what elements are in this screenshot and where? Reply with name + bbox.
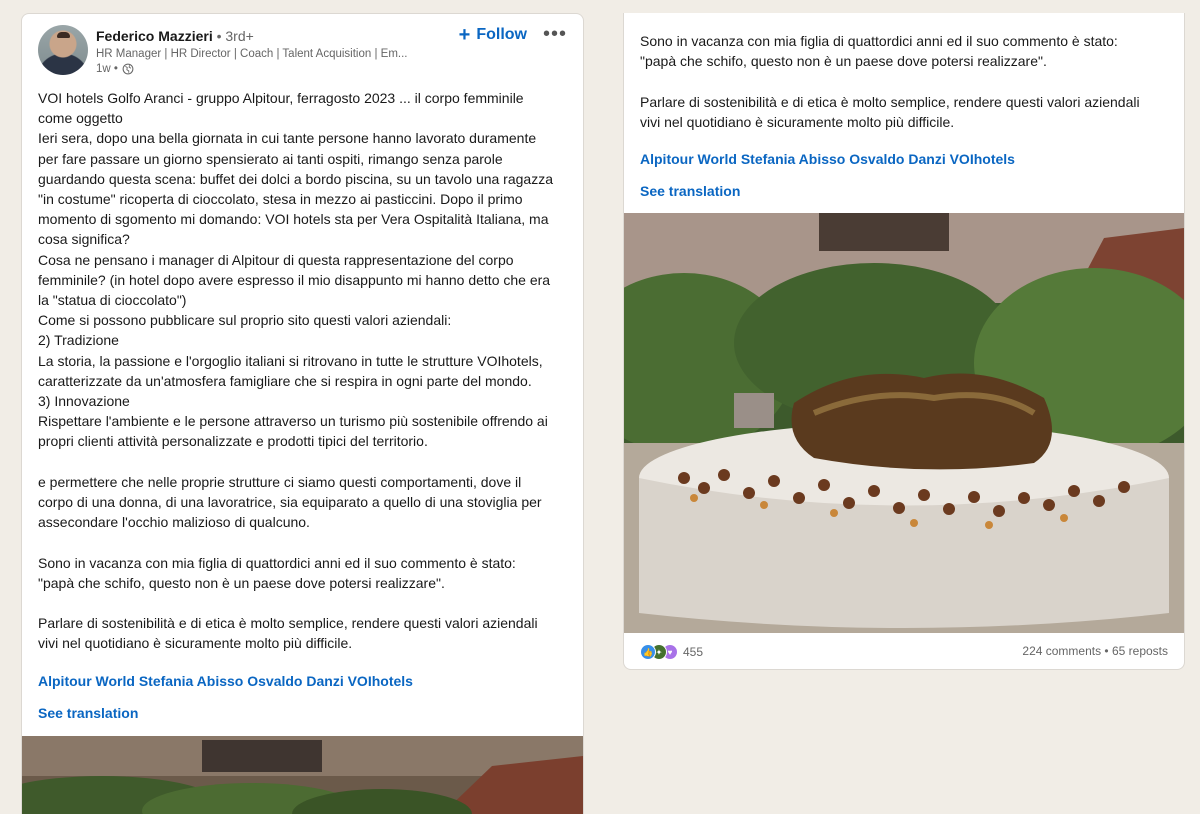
post-text-continued: Sono in vacanza con mia figlia di quatto… [640,31,1170,132]
post-text-line: Parlare di sostenibilità e di etica è mo… [38,615,538,632]
author-avatar[interactable] [38,25,88,75]
post-text-line: propri clienti attività personalizzate e… [38,433,428,450]
follow-button[interactable]: + Follow [458,24,527,46]
reactions-summary[interactable]: 👍 ✦ ♥ 455 [640,644,703,660]
post-text-line: VOI hotels Golfo Aranci - gruppo Alpitou… [38,90,524,106]
post-text-line: vivi nel quotidiano è sicuramente molto … [640,113,955,130]
post-text-line: per fare passare un giorno spensierato a… [38,150,503,167]
post-text-line [640,71,1170,91]
post-mentions[interactable]: Alpitour World Stefania Abisso Osvaldo D… [38,673,413,689]
post-timestamp: 1w • [96,63,134,75]
post-text-line: La storia, la passione e l'orgoglio ital… [38,352,543,369]
post-text-line: momento di sgomento mi domando: VOI hote… [38,211,549,228]
post-text-line [38,532,568,552]
author-name-line: Federico Mazzieri • 3rd+ [96,28,254,44]
see-translation-link[interactable]: See translation [640,183,740,199]
post-mentions[interactable]: Alpitour World Stefania Abisso Osvaldo D… [640,151,1015,167]
post-text-line [38,593,568,613]
post-text-line: guardando questa scena: buffet dei dolci… [38,170,553,187]
post-text-line: Sono in vacanza con mia figlia di quatto… [640,33,1118,49]
see-translation-link[interactable]: See translation [38,705,138,721]
post-text-line: 2) Tradizione [38,332,119,349]
author-name[interactable]: Federico Mazzieri [96,28,213,44]
post-time: 1w • [96,63,118,75]
social-counts-bar: 👍 ✦ ♥ 455 224 comments • 65 reposts [624,637,1184,667]
follow-label: Follow [476,26,527,43]
post-text-line: corpo di una donna, di una lavoratrice, … [38,494,542,511]
more-options-icon[interactable]: ••• [543,23,567,46]
post-text-line: Ieri sera, dopo una bella giornata in cu… [38,130,537,147]
post-text-line: "in costume" ricoperta di cioccolato, st… [38,191,523,208]
like-icon: 👍 [640,644,656,660]
post-text-line: assecondare l'occhio malizioso di qualcu… [38,514,310,531]
post-photo[interactable] [624,213,1184,633]
post-text-line: Rispettare l'ambiente e le persone attra… [38,413,548,430]
reaction-count: 455 [683,645,704,659]
comments-reposts-count[interactable]: 224 comments • 65 reposts [1022,644,1168,658]
post-text-line: vivi nel quotidiano è sicuramente molto … [38,635,353,652]
post-header: Federico Mazzieri • 3rd+ HR Manager | HR… [22,14,583,84]
post-text-line: Cosa ne pensano i manager di Alpitour di… [38,251,514,268]
post-text-line: Come si possono pubblicare sul proprio s… [38,312,452,329]
post-text: VOI hotels Golfo Aranci - gruppo Alpitou… [38,88,568,654]
post-text-line: e permettere che nelle proprie strutture… [38,473,522,490]
connection-degree: • 3rd+ [216,28,254,44]
post-text-line: femminile? (in hotel dopo avere espresso… [38,271,551,288]
post-text-line: 3) Innovazione [38,393,130,410]
post-text-line: caratterizzate da un'atmosfera famigliar… [38,372,532,389]
right-post-card: Sono in vacanza con mia figlia di quatto… [623,13,1185,670]
post-photo[interactable] [22,736,583,814]
post-text-line: Parlare di sostenibilità e di etica è mo… [640,93,1140,110]
post-text-line: cosa significa? [38,231,130,248]
author-headline: HR Manager | HR Director | Coach | Talen… [96,48,408,60]
post-text-line: la "statua di cioccolato") [38,292,187,309]
post-text-line: Sono in vacanza con mia figlia di quatto… [38,554,516,571]
plus-icon: + [458,24,471,46]
post-text-line: "papà che schifo, questo non è un paese … [38,574,445,591]
globe-icon [122,63,134,75]
post-text-line [38,452,568,472]
post-text-line: come oggetto [38,110,123,127]
post-text-line: "papà che schifo, questo non è un paese … [640,53,1047,70]
left-post-card: Federico Mazzieri • 3rd+ HR Manager | HR… [21,13,584,814]
